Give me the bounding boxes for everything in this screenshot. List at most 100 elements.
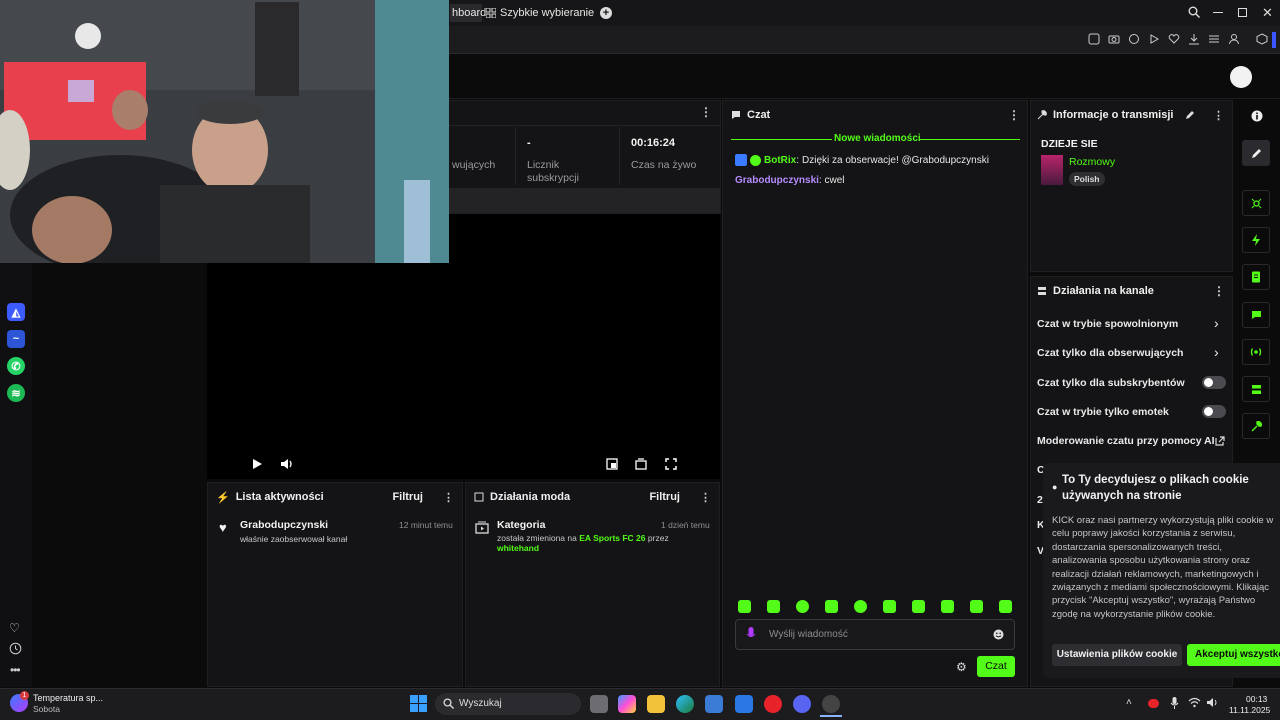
copilot-icon[interactable] <box>618 695 636 713</box>
play-icon[interactable] <box>1148 33 1162 47</box>
emote-icon[interactable] <box>941 600 954 613</box>
clock-icon[interactable] <box>9 642 22 655</box>
task-view-icon[interactable] <box>590 695 608 713</box>
weather-title[interactable]: Temperatura sp... <box>33 693 103 703</box>
followers-only-row[interactable]: Czat tylko dla obserwujących <box>1037 347 1183 359</box>
spotify-icon[interactable]: ≋ <box>7 384 25 402</box>
pencil-icon[interactable] <box>1185 110 1195 120</box>
more-icon[interactable]: ••• <box>10 663 21 677</box>
widget-button[interactable] <box>1242 190 1270 216</box>
wifi-icon[interactable] <box>1188 697 1201 708</box>
emote-icon[interactable] <box>912 600 925 613</box>
category-thumbnail[interactable] <box>1041 155 1063 185</box>
stream-info-menu-icon[interactable]: ⋮ <box>1213 109 1224 122</box>
emoji-icon[interactable] <box>993 629 1004 640</box>
channel-action-partial[interactable]: 2 <box>1037 494 1043 506</box>
chat-send-button[interactable]: Czat <box>977 656 1015 677</box>
activity-user[interactable]: Grabodupczynski <box>240 519 328 531</box>
mod-action-actor[interactable]: whitehand <box>497 543 539 553</box>
broadcast-button[interactable] <box>1242 339 1270 365</box>
download-icon[interactable] <box>1188 33 1202 47</box>
ai-moderation-row[interactable]: Moderowanie czatu przy pomocy AI <box>1037 435 1215 447</box>
tray-app-icon[interactable] <box>1148 699 1159 708</box>
tab-speed-dial[interactable]: Szybkie wybieranie <box>486 4 594 22</box>
emote-icon[interactable] <box>738 600 751 613</box>
emote-icon[interactable] <box>854 600 867 613</box>
edit-layout-button[interactable] <box>1242 140 1270 166</box>
emote-icon[interactable] <box>999 600 1012 613</box>
taskbar-date[interactable]: 11.11.2025 <box>1229 705 1270 715</box>
profile-icon[interactable] <box>1228 33 1242 47</box>
camera-icon[interactable] <box>1108 33 1122 47</box>
tray-chevron-icon[interactable]: ˄ <box>1126 697 1132 708</box>
emote-icon[interactable] <box>883 600 896 613</box>
activity-menu-icon[interactable]: ⋮ <box>443 491 454 504</box>
discord-icon[interactable] <box>793 695 811 713</box>
cookie-body: KICK oraz nasi partnerzy wykorzystują pl… <box>1052 515 1274 620</box>
chat-menu-icon[interactable]: ⋮ <box>1008 108 1020 122</box>
messenger-icon[interactable]: ~ <box>7 330 25 348</box>
taskbar-time[interactable]: 00:13 <box>1246 694 1267 704</box>
activity-filter-button[interactable]: Filtruj <box>392 491 423 503</box>
file-explorer-icon[interactable] <box>647 695 665 713</box>
maximize-icon[interactable] <box>1238 8 1247 17</box>
microphone-tray-icon[interactable] <box>1170 697 1179 709</box>
taskbar-search-box[interactable] <box>435 693 581 715</box>
heart-icon[interactable] <box>1168 33 1182 47</box>
new-tab-button[interactable]: + <box>600 7 612 19</box>
tab-dashboard[interactable]: hboard <box>450 4 486 22</box>
mod-action-category[interactable]: EA Sports FC 26 <box>579 533 645 543</box>
chevron-right-icon[interactable]: › <box>1214 315 1219 331</box>
subscribers-only-toggle[interactable] <box>1202 376 1226 389</box>
mail-icon[interactable] <box>735 695 753 713</box>
notes-button[interactable] <box>1242 264 1270 290</box>
close-icon[interactable]: ✕ <box>1262 5 1273 21</box>
chat-button[interactable] <box>1242 302 1270 328</box>
mod-filter-button[interactable]: Filtruj <box>649 491 680 503</box>
emote-only-toggle[interactable] <box>1202 405 1226 418</box>
emote-icon[interactable] <box>970 600 983 613</box>
emote-icon[interactable] <box>825 600 838 613</box>
chat-username[interactable]: BotRix <box>764 155 796 166</box>
channel-actions-button[interactable] <box>1242 376 1270 402</box>
stream-info-title: Informacje o transmisji <box>1053 109 1174 121</box>
app-icon[interactable]: ◭ <box>7 303 25 321</box>
edit-icon[interactable] <box>1088 33 1102 47</box>
fullscreen-icon[interactable] <box>665 458 677 470</box>
stream-category[interactable]: Rozmowy <box>1069 156 1115 168</box>
user-avatar[interactable] <box>1230 66 1252 88</box>
heart-outline-icon[interactable]: ♡ <box>9 621 20 635</box>
extension-icon[interactable] <box>1256 33 1270 47</box>
mod-menu-icon[interactable]: ⋮ <box>700 491 711 504</box>
whatsapp-icon[interactable]: ✆ <box>7 357 25 375</box>
slow-mode-row[interactable]: Czat w trybie spowolnionym <box>1037 318 1178 330</box>
tools-button[interactable] <box>1242 413 1270 439</box>
external-link-icon[interactable] <box>1215 436 1225 446</box>
edge-icon[interactable] <box>676 695 694 713</box>
opera-gx-icon[interactable] <box>822 695 840 713</box>
emote-icon[interactable] <box>767 600 780 613</box>
volume-icon[interactable] <box>280 458 292 470</box>
miniplayer-icon[interactable] <box>606 458 618 470</box>
chat-username[interactable]: Grabodupczynski <box>735 175 819 186</box>
menu-icon[interactable] <box>1208 33 1222 47</box>
channel-actions-menu-icon[interactable]: ⋮ <box>1213 284 1225 298</box>
windows-start-icon[interactable] <box>410 695 427 712</box>
cookie-settings-button[interactable]: Ustawienia plików cookie <box>1052 644 1182 666</box>
store-icon[interactable] <box>705 695 723 713</box>
cookie-accept-button[interactable]: Akceptuj wszystko <box>1187 644 1280 666</box>
search-icon[interactable] <box>1188 6 1200 18</box>
emote-icon[interactable] <box>796 600 809 613</box>
volume-tray-icon[interactable] <box>1206 697 1219 708</box>
shield-icon[interactable] <box>1128 33 1142 47</box>
settings-icon[interactable]: ⚙ <box>956 660 967 674</box>
stats-menu-icon[interactable]: ⋮ <box>700 105 712 119</box>
bolt-button[interactable] <box>1242 227 1270 253</box>
play-icon[interactable] <box>251 458 263 470</box>
minimize-icon[interactable] <box>1213 12 1223 13</box>
chevron-right-icon[interactable]: › <box>1214 344 1219 360</box>
microphone-icon[interactable] <box>746 627 756 641</box>
info-icon[interactable] <box>1251 110 1263 122</box>
theater-icon[interactable] <box>635 458 647 470</box>
opera-icon[interactable] <box>764 695 782 713</box>
